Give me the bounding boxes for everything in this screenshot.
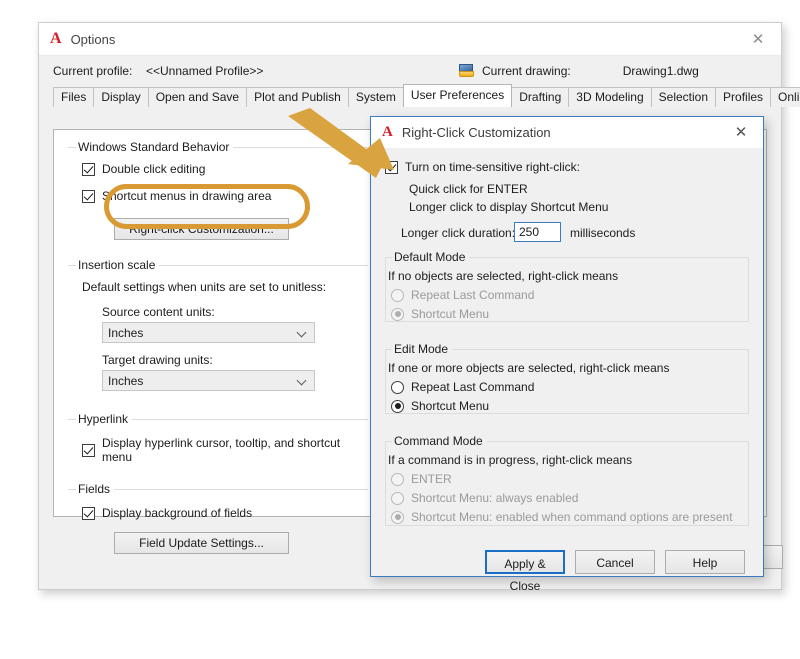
radio-default-mode-repeat-last-command[interactable]: Repeat Last Command — [391, 288, 534, 302]
checkbox-box-icon — [82, 444, 95, 457]
radio-label: Repeat Last Command — [411, 288, 534, 302]
checkbox-double-click-editing[interactable]: Double click editing — [82, 162, 205, 176]
tab-drafting[interactable]: Drafting — [511, 87, 569, 107]
target-drawing-units-label: Target drawing units: — [102, 353, 213, 367]
group-title-windows-standard-behavior: Windows Standard Behavior — [76, 140, 233, 154]
tab-profiles[interactable]: Profiles — [715, 87, 771, 107]
group-title-command-mode: Command Mode — [392, 434, 487, 448]
radio-label: Shortcut Menu: enabled when command opti… — [411, 510, 733, 524]
current-drawing-value: Drawing1.dwg — [623, 64, 699, 78]
drawing-file-icon — [459, 64, 474, 77]
milliseconds-label: milliseconds — [570, 226, 635, 240]
checkbox-label: Double click editing — [102, 162, 205, 176]
group-title-hyperlink: Hyperlink — [76, 412, 132, 426]
longer-click-duration-label: Longer click duration: — [401, 226, 515, 240]
page-title: Options — [71, 32, 116, 47]
checkbox-label: Display hyperlink cursor, tooltip, and s… — [102, 436, 368, 464]
chevron-down-icon — [298, 329, 306, 337]
chevron-down-icon — [298, 377, 306, 385]
radio-circle-icon — [391, 492, 404, 505]
options-titlebar: A Options ✕ — [39, 23, 781, 56]
radio-circle-icon — [391, 511, 404, 524]
radio-default-mode-shortcut-menu[interactable]: Shortcut Menu — [391, 307, 489, 321]
tab-open-and-save[interactable]: Open and Save — [148, 87, 247, 107]
radio-command-mode-shortcut-when-options[interactable]: Shortcut Menu: enabled when command opti… — [391, 510, 733, 524]
longer-click-text: Longer click to display Shortcut Menu — [409, 200, 608, 214]
current-drawing-group: Current drawing: Drawing1.dwg — [459, 64, 699, 78]
radio-command-mode-shortcut-always[interactable]: Shortcut Menu: always enabled — [391, 491, 578, 505]
right-click-dialog-body: Turn on time-sensitive right-click: Quic… — [371, 148, 763, 576]
current-drawing-label: Current drawing: — [482, 64, 571, 78]
radio-circle-icon — [391, 381, 404, 394]
group-default-mode: Default Mode If no objects are selected,… — [385, 250, 749, 322]
current-profile-label: Current profile: — [53, 64, 146, 78]
group-hyperlink: Hyperlink Display hyperlink cursor, tool… — [68, 412, 368, 470]
radio-circle-icon — [391, 400, 404, 413]
apply-and-close-button[interactable]: Apply & Close — [485, 550, 565, 574]
radio-label: Shortcut Menu — [411, 399, 489, 413]
radio-edit-mode-repeat-last-command[interactable]: Repeat Last Command — [391, 380, 534, 394]
radio-label: Shortcut Menu — [411, 307, 489, 321]
current-profile-row: Current profile: <<Unnamed Profile>> Cur… — [39, 56, 781, 85]
group-windows-standard-behavior: Windows Standard Behavior Double click e… — [68, 140, 368, 238]
checkbox-shortcut-menus-drawing-area[interactable]: Shortcut menus in drawing area — [82, 189, 271, 203]
radio-circle-icon — [391, 289, 404, 302]
group-title-insertion-scale: Insertion scale — [76, 258, 159, 272]
radio-label: Shortcut Menu: always enabled — [411, 491, 578, 505]
current-profile-value: <<Unnamed Profile>> — [146, 64, 263, 78]
tab-selection[interactable]: Selection — [651, 87, 716, 107]
tab-files[interactable]: Files — [53, 87, 94, 107]
right-click-customization-button[interactable]: Right-click Customization... — [114, 218, 289, 240]
tabstrip: FilesDisplayOpen and SavePlot and Publis… — [39, 85, 781, 107]
group-title-edit-mode: Edit Mode — [392, 342, 452, 356]
checkbox-time-sensitive-right-click[interactable]: Turn on time-sensitive right-click: — [385, 160, 580, 174]
close-icon[interactable]: ✕ — [735, 23, 781, 55]
radio-circle-icon — [391, 308, 404, 321]
autocad-logo-icon: A — [50, 31, 62, 47]
source-content-units-value: Inches — [108, 326, 143, 340]
default-mode-description: If no objects are selected, right-click … — [388, 269, 618, 283]
target-drawing-units-select[interactable]: Inches — [102, 370, 315, 391]
tab-plot-and-publish[interactable]: Plot and Publish — [246, 87, 349, 107]
source-content-units-select[interactable]: Inches — [102, 322, 315, 343]
checkbox-display-hyperlink-cursor[interactable]: Display hyperlink cursor, tooltip, and s… — [82, 436, 368, 464]
group-edit-mode: Edit Mode If one or more objects are sel… — [385, 342, 749, 414]
tab-user-preferences[interactable]: User Preferences — [403, 84, 512, 107]
radio-command-mode-enter[interactable]: ENTER — [391, 472, 452, 486]
radio-label: ENTER — [411, 472, 452, 486]
rc-help-button[interactable]: Help — [665, 550, 745, 574]
group-title-default-mode: Default Mode — [392, 250, 469, 264]
radio-circle-icon — [391, 473, 404, 486]
right-click-customization-dialog: A Right-Click Customization ✕ Turn on ti… — [370, 116, 764, 577]
right-click-dialog-title: Right-Click Customization — [402, 125, 551, 140]
tab-online[interactable]: Online — [770, 87, 800, 107]
checkbox-box-icon — [82, 190, 95, 203]
insertion-scale-description: Default settings when units are set to u… — [82, 280, 326, 294]
group-insertion-scale: Insertion scale Default settings when un… — [68, 258, 368, 398]
edit-mode-description: If one or more objects are selected, rig… — [388, 361, 669, 375]
tab-display[interactable]: Display — [93, 87, 148, 107]
quick-click-text: Quick click for ENTER — [409, 182, 528, 196]
checkbox-label: Shortcut menus in drawing area — [102, 189, 271, 203]
radio-edit-mode-shortcut-menu[interactable]: Shortcut Menu — [391, 399, 489, 413]
target-drawing-units-value: Inches — [108, 374, 143, 388]
group-title-fields: Fields — [76, 482, 114, 496]
checkbox-label: Turn on time-sensitive right-click: — [405, 160, 580, 174]
close-icon[interactable]: ✕ — [723, 117, 759, 147]
tab-3d-modeling[interactable]: 3D Modeling — [568, 87, 651, 107]
right-click-dialog-titlebar: A Right-Click Customization ✕ — [371, 117, 763, 148]
source-content-units-label: Source content units: — [102, 305, 215, 319]
tab-system[interactable]: System — [348, 87, 404, 107]
group-command-mode: Command Mode If a command is in progress… — [385, 434, 749, 526]
checkbox-box-icon — [82, 163, 95, 176]
autocad-logo-icon: A — [382, 125, 393, 140]
checkbox-box-icon — [385, 161, 398, 174]
rc-cancel-button[interactable]: Cancel — [575, 550, 655, 574]
radio-label: Repeat Last Command — [411, 380, 534, 394]
longer-click-duration-input[interactable]: 250 — [514, 222, 561, 242]
command-mode-description: If a command is in progress, right-click… — [388, 453, 632, 467]
